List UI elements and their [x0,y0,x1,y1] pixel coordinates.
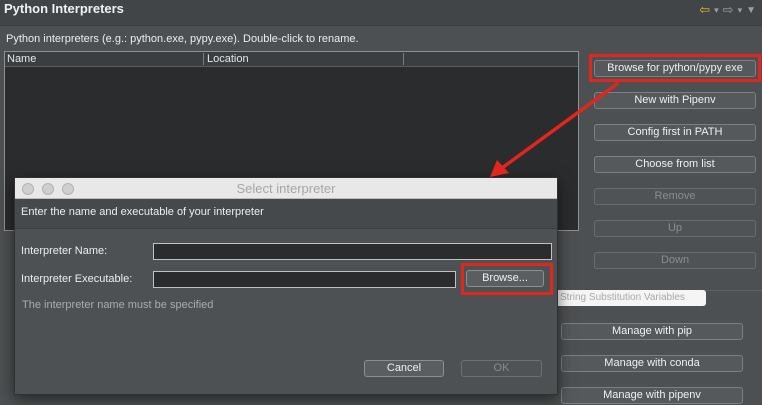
choose-from-list-button[interactable]: Choose from list [594,156,756,173]
description-text: Python interpreters (e.g.: python.exe, p… [6,33,359,45]
column-header-location[interactable]: Location [207,53,249,65]
table-header: Name Location [5,52,578,67]
new-with-pipenv-button[interactable]: New with Pipenv [594,92,756,109]
view-menu-icon[interactable]: ▼ [746,5,756,16]
header-toolbar: ⇦ ▾ ⇨ ▾ ▼ [699,2,756,18]
dialog-browse-highlight [461,263,553,295]
dialog-header: Enter the name and executable of your in… [15,199,557,229]
config-first-in-path-button[interactable]: Config first in PATH [594,124,756,141]
string-substitution-variables-button[interactable]: String Substitution Variables [548,290,706,306]
dialog-title: Select interpreter [236,181,336,196]
cancel-button[interactable]: Cancel [364,360,444,377]
column-header-name[interactable]: Name [7,53,36,65]
manage-with-pipenv-button[interactable]: Manage with pipenv [561,387,743,404]
column-divider[interactable] [203,53,204,65]
interpreter-name-label: Interpreter Name: [21,245,108,257]
manage-with-conda-button[interactable]: Manage with conda [561,355,743,372]
validation-message: The interpreter name must be specified [22,299,214,311]
back-dropdown-icon[interactable]: ▾ [714,5,719,16]
ok-button[interactable]: OK [461,360,542,377]
view-header: Python Interpreters ⇦ ▾ ⇨ ▾ ▼ [0,0,762,26]
dialog-instructions: Enter the name and executable of your in… [21,206,264,218]
interpreter-name-field[interactable] [153,243,552,260]
manage-with-pip-button[interactable]: Manage with pip [561,323,743,340]
forward-arrow-icon[interactable]: ⇨ [723,2,734,18]
dialog-titlebar[interactable]: Select interpreter [15,178,557,199]
down-button[interactable]: Down [594,252,756,269]
up-button[interactable]: Up [594,220,756,237]
forward-dropdown-icon[interactable]: ▾ [738,5,743,16]
view-title: Python Interpreters [4,1,124,16]
interpreter-executable-field[interactable] [153,271,456,288]
back-arrow-icon[interactable]: ⇦ [699,2,710,18]
browse-button-highlight [589,54,761,82]
interpreter-executable-label: Interpreter Executable: [21,273,133,285]
remove-button[interactable]: Remove [594,188,756,205]
column-divider[interactable] [403,53,404,65]
